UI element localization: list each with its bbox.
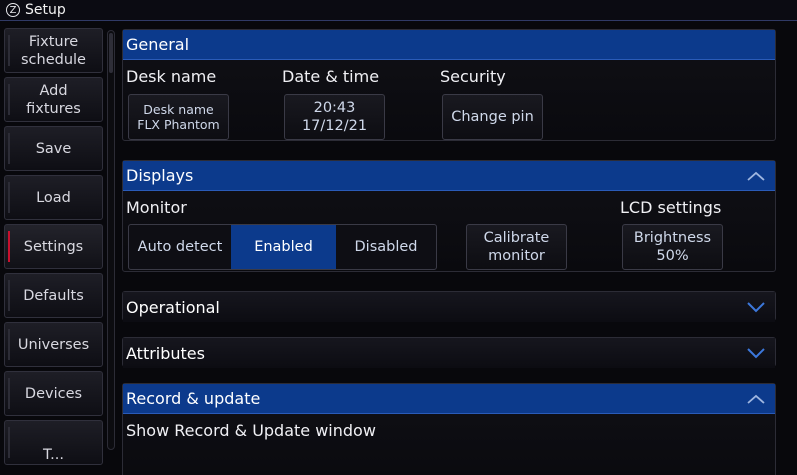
chevron-up-icon[interactable] [745,169,767,183]
operational-header-title: Operational [126,297,220,317]
attributes-header[interactable]: Attributes [123,338,775,368]
sidebar-item-fixture-schedule[interactable]: Fixture schedule [4,28,103,73]
general-section: General Desk name Desk name FLX Phantom … [122,29,776,141]
monitor-option-enabled[interactable]: Enabled [231,225,336,269]
general-header[interactable]: General [123,30,775,60]
sidebar-item-settings[interactable]: Settings [4,224,103,269]
desk-name-button[interactable]: Desk name FLX Phantom [128,94,229,140]
record-update-header[interactable]: Record & update [123,384,775,414]
monitor-label: Monitor [126,198,187,217]
attributes-header-title: Attributes [126,343,205,363]
date-time-button[interactable]: 20:43 17/12/21 [284,94,385,140]
security-label: Security [440,67,506,86]
sidebar-item-load[interactable]: Load [4,175,103,220]
attributes-section: Attributes [122,337,776,368]
change-pin-button[interactable]: Change pin [442,94,543,140]
general-header-title: General [126,35,190,54]
sidebar-item-universes[interactable]: Universes [4,322,103,367]
brightness-button[interactable]: Brightness 50% [622,224,723,270]
sidebar-item-devices[interactable]: Devices [4,371,103,416]
date-time-date: 17/12/21 [301,118,368,134]
displays-header-title: Displays [126,166,194,185]
date-time-label: Date & time [282,67,380,86]
record-update-header-title: Record & update [126,389,261,408]
calibrate-monitor-button[interactable]: Calibrate monitor [466,224,567,270]
sidebar-scroll-thumb[interactable] [109,33,113,73]
record-update-section: Record & update Show Record & Update win… [122,383,776,475]
monitor-option-disabled[interactable]: Disabled [336,225,436,269]
chevron-down-icon[interactable] [745,300,767,314]
sidebar-item-defaults[interactable]: Defaults [4,273,103,318]
brightness-label: Brightness [633,230,712,246]
operational-header[interactable]: Operational [123,292,775,322]
sidebar-item-add-fixtures[interactable]: Add fixtures [4,77,103,122]
brightness-value: 50% [656,248,689,264]
lcd-settings-label: LCD settings [620,198,722,217]
settings-panel: General Desk name Desk name FLX Phantom … [122,28,779,475]
sidebar-item-partial[interactable]: T... [4,420,103,465]
zero88-logo-icon: Z [6,3,20,17]
window-title: Setup [25,2,66,18]
displays-section: Displays Monitor Auto detect Enabled Dis… [122,160,776,272]
chevron-up-icon[interactable] [745,392,767,406]
date-time-time: 20:43 [313,100,356,116]
desk-name-label: Desk name [126,67,217,86]
setup-sidebar: Fixture schedule Add fixtures Save Load … [2,26,105,475]
show-record-update-window-label: Show Record & Update window [126,421,376,440]
title-bar: Z Setup [0,0,797,21]
monitor-option-auto-detect[interactable]: Auto detect [129,225,231,269]
displays-header[interactable]: Displays [123,161,775,191]
monitor-mode-selector: Auto detect Enabled Disabled [128,224,437,270]
chevron-down-icon[interactable] [745,346,767,360]
sidebar-item-save[interactable]: Save [4,126,103,171]
sidebar-scrollbar[interactable] [107,30,115,450]
operational-section: Operational [122,291,776,322]
